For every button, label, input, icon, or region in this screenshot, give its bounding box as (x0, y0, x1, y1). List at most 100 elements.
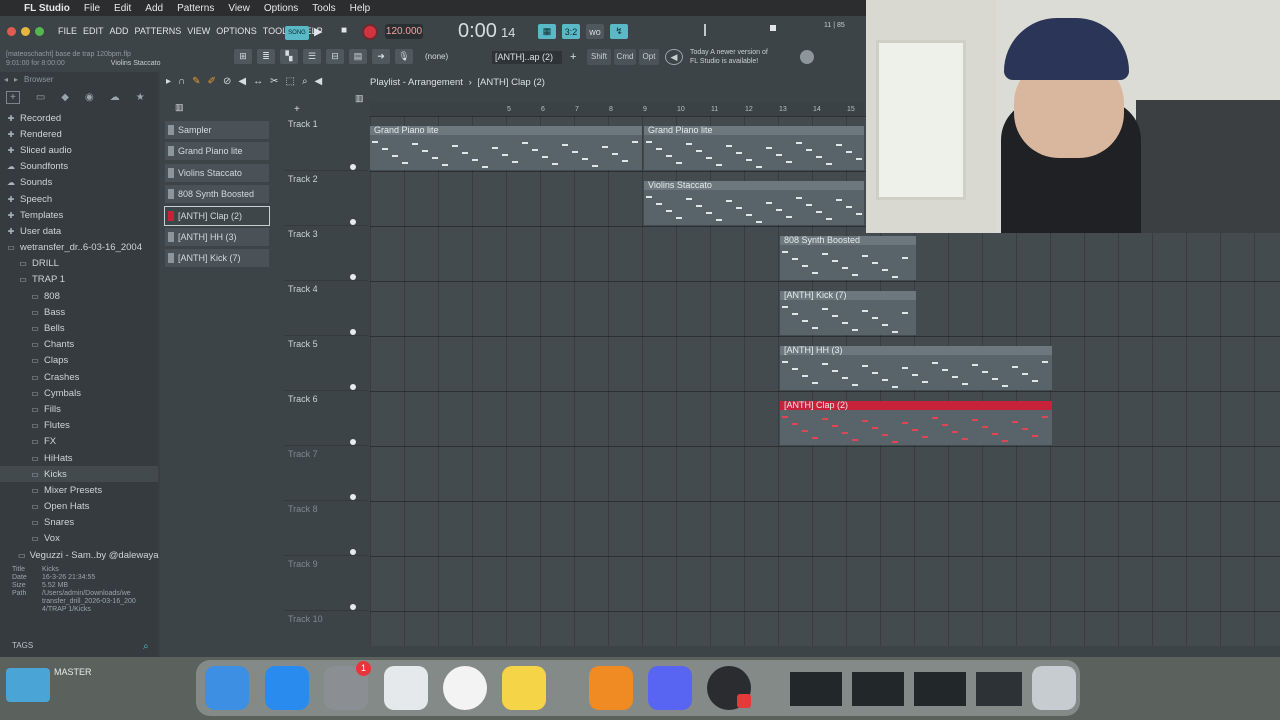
browser-item[interactable]: ☁ Soundfonts (0, 159, 158, 175)
browser-item[interactable]: ▭ Crashes (0, 369, 158, 385)
folder-icon[interactable]: ▭ (36, 92, 45, 103)
microphone-icon[interactable]: 🎙 (395, 49, 413, 64)
track-mute-dot[interactable] (350, 549, 356, 555)
fl-menu-edit[interactable]: EDIT (83, 26, 104, 36)
channel-item[interactable]: Sampler (165, 121, 269, 139)
song-time-display[interactable]: 0:00 14 (458, 20, 515, 43)
track-mute-dot[interactable] (350, 494, 356, 500)
song-mode-toggle[interactable]: SONG (285, 26, 309, 40)
browser-item[interactable]: ✚ Speech (0, 191, 158, 207)
finder-icon[interactable] (205, 666, 249, 710)
brush-icon[interactable]: ✐ (208, 76, 216, 87)
playlist-clip[interactable]: Violins Staccato (644, 180, 864, 225)
menu-file[interactable]: File (84, 3, 100, 14)
playlist-clip[interactable]: Grand Piano lite (644, 125, 864, 170)
playlist-view-icon[interactable]: ⊞ (234, 49, 252, 64)
search-icon[interactable]: ⌕ (143, 641, 149, 652)
opt-key-button[interactable]: Opt (639, 49, 659, 65)
window-thumbnail[interactable] (852, 672, 904, 706)
fl-menu-options[interactable]: OPTIONS (216, 26, 257, 36)
playlist-clip[interactable]: Grand Piano lite (370, 125, 642, 170)
close-window-button[interactable] (7, 27, 16, 36)
browser-item[interactable]: ✚ Templates (0, 207, 158, 223)
app-store-icon[interactable] (265, 666, 309, 710)
piano-icon[interactable]: ▥ (175, 102, 184, 113)
fl-menu-patterns[interactable]: PATTERNS (135, 26, 182, 36)
menu-options[interactable]: Options (264, 3, 298, 14)
metronome-icon[interactable]: ▦ (538, 24, 556, 39)
tempo-display[interactable]: 120.000 (385, 24, 423, 39)
tag-icon[interactable]: ◉ (85, 92, 94, 103)
window-thumbnail[interactable] (976, 672, 1022, 706)
browser-item[interactable]: ▭ Veguzzi - Sam..by @dalewaya (0, 547, 159, 563)
forward-icon[interactable]: ▸ (14, 75, 18, 84)
track-header[interactable]: Track 7 (284, 446, 368, 501)
playlist-clip[interactable]: [ANTH] Kick (7) (780, 290, 916, 335)
browser-item[interactable]: ▭ wetransfer_dr..6-03-16_2004 (0, 240, 158, 256)
gear-icon[interactable] (800, 50, 814, 64)
add-pattern-button[interactable]: + (570, 51, 576, 63)
record-button[interactable] (362, 24, 378, 40)
menu-edit[interactable]: Edit (114, 3, 131, 14)
slice-icon[interactable]: ✂ (270, 76, 278, 87)
discord-icon[interactable] (648, 666, 692, 710)
folder-desktop-icon[interactable] (6, 668, 50, 702)
browser-item[interactable]: ▭ DRILL (0, 256, 158, 272)
fl-menu-file[interactable]: FILE (58, 26, 77, 36)
pattern-selector[interactable]: [ANTH]..ap (2) (492, 51, 562, 64)
countdown-icon[interactable]: 3:2 (562, 24, 580, 39)
magnet-icon[interactable]: ∩ (178, 76, 185, 87)
slip-icon[interactable]: ↔ (253, 76, 263, 87)
browser-item[interactable]: ▭ Kicks (0, 466, 158, 483)
zoom-window-button[interactable] (35, 27, 44, 36)
play-button[interactable]: ▶ (314, 25, 322, 38)
channel-item[interactable]: [ANTH] Clap (2) (164, 205, 270, 226)
track-mute-dot[interactable] (350, 164, 356, 170)
cmd-key-button[interactable]: Cmd (614, 49, 636, 65)
channel-item[interactable]: 808 Synth Boosted (165, 185, 269, 204)
plus-icon[interactable]: + (6, 90, 20, 104)
track-header[interactable]: Track 5 (284, 336, 368, 391)
menu-app-name[interactable]: FL Studio (24, 3, 70, 14)
track-header[interactable]: Track 3 (284, 226, 368, 281)
playlist-pattern[interactable]: [ANTH] Clap (2) (477, 77, 545, 88)
channel-item[interactable]: Violins Staccato (165, 163, 269, 182)
trash-icon[interactable] (1032, 666, 1076, 710)
channel-item[interactable]: [ANTH] Kick (7) (165, 249, 269, 268)
browser-item[interactable]: ▭ FX (0, 434, 158, 450)
browser-item[interactable]: ▭ Claps (0, 353, 158, 369)
track-header[interactable]: Track 2 (284, 171, 368, 226)
browser-item[interactable]: ▭ Bass (0, 304, 158, 320)
playlist-clip[interactable]: 808 Synth Boosted (780, 235, 916, 280)
track-mute-dot[interactable] (350, 384, 356, 390)
piano-roll-view-icon[interactable]: ≣ (257, 49, 275, 64)
browser-item[interactable]: ▭ TRAP 1 (0, 272, 158, 288)
mixer-view-icon[interactable]: ☰ (303, 49, 321, 64)
browser-item[interactable]: ✚ Recorded (0, 110, 158, 126)
browser-item[interactable]: ☁ Sounds (0, 175, 158, 191)
browser-item[interactable]: ✚ User data (0, 223, 158, 239)
timeline-ruler[interactable]: 5 6 7 8 9 10 11 12 13 14 15 (370, 102, 864, 116)
browser-item[interactable]: ▭ Flutes (0, 418, 158, 434)
add-track-icon[interactable]: + (294, 104, 300, 115)
loop-record-icon[interactable]: ↯ (610, 24, 628, 39)
track-header[interactable]: Track 9 (284, 556, 368, 611)
pattern-grid-icon[interactable]: ▥ (355, 93, 364, 104)
track-mute-dot[interactable] (350, 329, 356, 335)
track-mute-dot[interactable] (350, 604, 356, 610)
track-header[interactable]: Track 8 (284, 501, 368, 556)
menu-add[interactable]: Add (145, 3, 163, 14)
browser-item[interactable]: ▭ Fills (0, 401, 158, 417)
browser-item[interactable]: ▭ Vox (0, 531, 158, 547)
browser-item[interactable]: ▭ Cymbals (0, 385, 158, 401)
browser-item[interactable]: ▭ Snares (0, 515, 158, 531)
stop-button[interactable]: ■ (341, 25, 347, 36)
fl-menu-add[interactable]: ADD (110, 26, 129, 36)
notes-icon[interactable] (502, 666, 546, 710)
menu-arrow-icon[interactable]: ▸ (166, 76, 171, 87)
mute-icon[interactable]: ◀ (238, 76, 246, 87)
menu-view[interactable]: View (228, 3, 250, 14)
pencil-icon[interactable]: ✎ (192, 76, 200, 87)
playlist-clip[interactable]: [ANTH] HH (3) (780, 345, 1052, 390)
track-mute-dot[interactable] (350, 439, 356, 445)
